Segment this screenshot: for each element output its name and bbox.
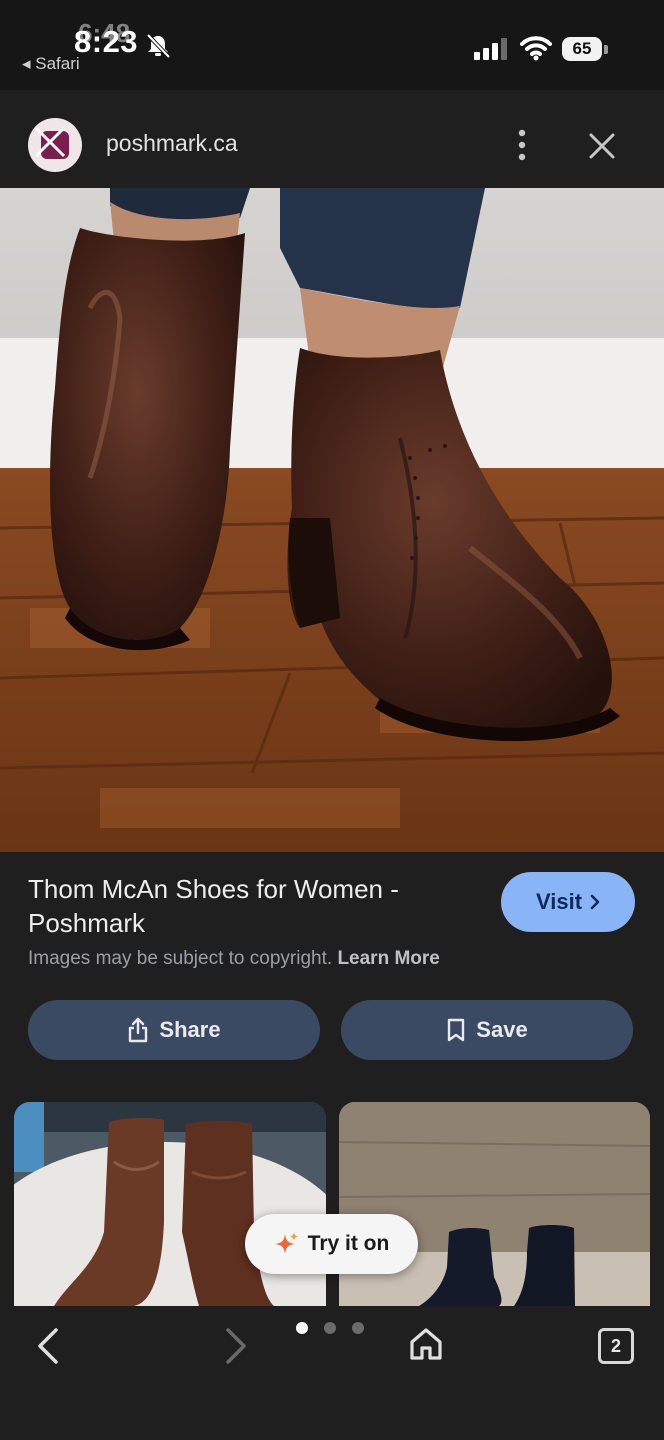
site-name[interactable]: poshmark.ca [106, 130, 238, 157]
related-image-1[interactable] [14, 1102, 326, 1306]
boots-photo [0, 188, 664, 852]
try-it-on-label: Try it on [307, 1232, 390, 1255]
logo-cross-overlay [34, 126, 66, 158]
battery-icon: 65 [562, 37, 602, 61]
product-image[interactable] [0, 188, 664, 852]
carousel-dots [296, 1322, 364, 1334]
copyright-text: Images may be subject to copyright. [28, 948, 333, 969]
lens-header: poshmark.ca [0, 90, 664, 188]
sparkle-icon [274, 1232, 298, 1254]
related-boots-photo-1 [14, 1102, 326, 1306]
more-vert-icon[interactable] [510, 128, 534, 162]
status-bar: 6:48 8:23 ◂ Safari 65 [0, 0, 664, 90]
forward-arrow-icon[interactable] [222, 1326, 250, 1366]
home-icon[interactable] [408, 1326, 444, 1362]
back-arrow-icon[interactable] [34, 1326, 62, 1366]
wifi-icon [520, 36, 552, 61]
copyright-notice: Images may be subject to copyright. Lear… [28, 948, 440, 970]
carousel-dot[interactable] [352, 1322, 364, 1334]
battery-tip [604, 45, 608, 54]
back-app-label: Safari [35, 54, 80, 73]
related-boots-photo-2 [339, 1102, 650, 1306]
save-label: Save [476, 1017, 528, 1042]
status-time: 8:23 [74, 24, 139, 59]
back-to-app-link[interactable]: ◂ Safari [22, 54, 80, 74]
signal-icon [474, 38, 507, 60]
share-label: Share [159, 1017, 221, 1042]
share-icon [129, 1017, 148, 1043]
carousel-dot[interactable] [324, 1322, 336, 1334]
bell-slash-icon [146, 33, 171, 59]
visit-label: Visit [535, 889, 583, 914]
tabs-count-button[interactable]: 2 [598, 1328, 634, 1364]
carousel-dot[interactable] [296, 1322, 308, 1334]
save-button[interactable]: Save [341, 1000, 633, 1060]
result-title[interactable]: Thom McAn Shoes for Women - Poshmark [28, 872, 468, 940]
related-image-2[interactable] [339, 1102, 650, 1306]
site-logo[interactable] [28, 118, 82, 172]
bookmark-icon [448, 1018, 465, 1042]
chevron-right-icon [590, 894, 600, 910]
visit-button[interactable]: Visit [501, 872, 635, 932]
try-it-on-button[interactable]: Try it on [245, 1214, 418, 1274]
learn-more-link[interactable]: Learn More [337, 948, 439, 969]
share-button[interactable]: Share [28, 1000, 320, 1060]
close-icon[interactable] [588, 132, 616, 160]
bottom-navigation: 2 [0, 1306, 664, 1440]
